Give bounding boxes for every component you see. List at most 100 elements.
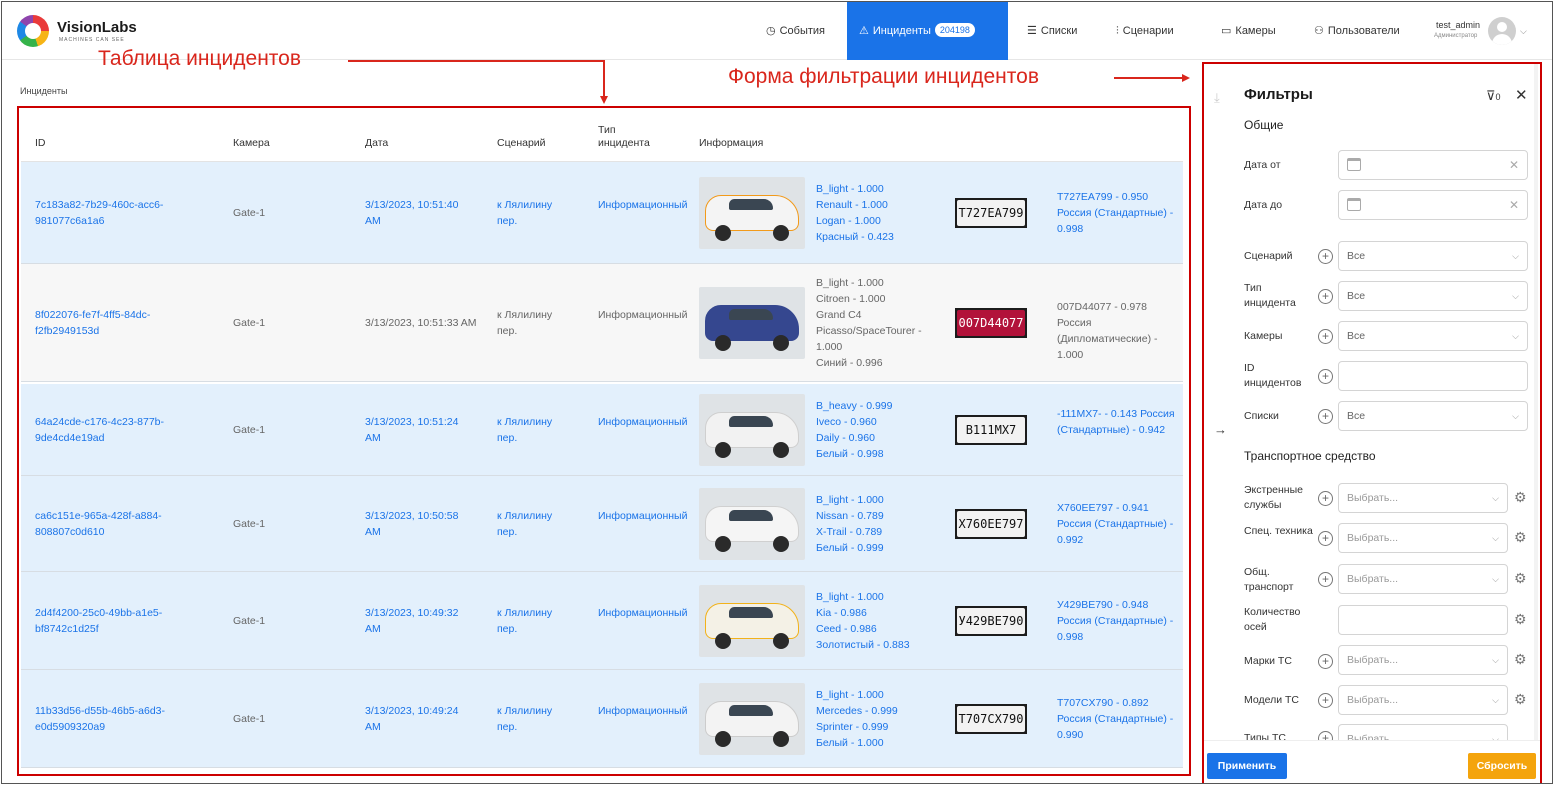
close-icon[interactable]: ✕ [1515, 86, 1528, 104]
chevron-down-icon: ⌵ [1512, 291, 1519, 301]
date-to-input[interactable]: ✕ [1338, 190, 1528, 220]
incident-id-link[interactable]: 2d4f4200-25c0-49bb-a1e5-bf8742c1d25f [35, 605, 195, 637]
nav-lists[interactable]: ☰ Списки [1027, 2, 1077, 60]
vehicle-photo[interactable] [699, 287, 805, 359]
incident-id-link[interactable]: 8f022076-fe7f-4ff5-84dc-f2fb2949153d [35, 307, 195, 339]
vehicle-photo[interactable] [699, 177, 805, 249]
col-camera[interactable]: Камера [233, 137, 270, 150]
nav-scenarios[interactable]: ⫶ Сценарии [1116, 2, 1174, 60]
reset-button[interactable]: Сбросить [1468, 753, 1536, 779]
user-avatar[interactable] [1488, 17, 1516, 45]
license-plate-image[interactable]: T707CX790 [955, 704, 1027, 734]
license-plate-image[interactable]: T727EA799 [955, 198, 1027, 228]
arrow-right-icon[interactable]: → [1214, 422, 1227, 437]
gear-icon[interactable]: ⚙ [1514, 691, 1527, 708]
vehicle-attributes: B_light - 1.000 Kia - 0.986 Ceed - 0.986 Зо… [816, 589, 936, 653]
vehicle-photo[interactable] [699, 488, 805, 560]
table-row[interactable]: ca6c151e-965a-428f-a884-808807c0d610 Gate… [21, 476, 1183, 572]
download-icon[interactable]: ⤓ [1214, 90, 1220, 106]
clear-icon[interactable]: ✕ [1509, 191, 1519, 219]
filter-icon[interactable]: ⊽0 [1486, 88, 1501, 104]
table-row[interactable]: 64a24cde-c176-4c23-877b-9de4cd4e19ad Gate… [21, 384, 1183, 476]
vehicle-photo[interactable] [699, 683, 805, 755]
attribute-line: B_light - 1.000 [816, 183, 884, 195]
plate-recognition-info: -111MX7- - 0.143 Россия (Стандартные) - … [1057, 408, 1175, 436]
cameras-select[interactable]: Все ⌵ [1338, 321, 1528, 351]
license-plate-image[interactable]: 007D44077 [955, 308, 1027, 338]
scenario-link[interactable]: к Лялилину пер. [497, 414, 569, 446]
incident-id-link[interactable]: ca6c151e-965a-428f-a884-808807c0d610 [35, 508, 195, 540]
table-row[interactable]: 2d4f4200-25c0-49bb-a1e5-bf8742c1d25f Gate… [21, 572, 1183, 670]
chevron-down-icon[interactable]: ⌵ [1520, 26, 1527, 37]
clear-icon[interactable]: ✕ [1509, 151, 1519, 179]
lists-select[interactable]: Все ⌵ [1338, 401, 1528, 431]
models-select[interactable]: Выбрать... ⌵ [1338, 685, 1508, 715]
add-type-icon[interactable]: + [1318, 289, 1333, 304]
gear-icon[interactable]: ⚙ [1514, 611, 1527, 628]
scenario-link[interactable]: к Лялилину пер. [497, 307, 569, 339]
apply-button[interactable]: Применить [1207, 753, 1287, 779]
scenario-link[interactable]: к Лялилину пер. [497, 508, 569, 540]
vehicle-photo[interactable] [699, 585, 805, 657]
add-id-icon[interactable]: + [1318, 369, 1333, 384]
col-id[interactable]: ID [35, 137, 46, 150]
gear-icon[interactable]: ⚙ [1514, 489, 1527, 506]
emergency-select[interactable]: Выбрать... ⌵ [1338, 483, 1508, 513]
scenario-label: Сценарий [1244, 250, 1293, 262]
nav-events[interactable]: ◷ События [766, 2, 825, 60]
panel-footer: Применить Сбросить [1204, 740, 1540, 783]
nav-incidents[interactable]: ⚠ Инциденты 204198 [847, 2, 1008, 60]
nav-cameras[interactable]: ▭ Камеры [1221, 2, 1276, 60]
incident-id-link[interactable]: 11b33d56-d55b-46b5-a6d3-e0d5909320a9 [35, 703, 195, 735]
gear-icon[interactable]: ⚙ [1514, 529, 1527, 546]
attribute-line: B_heavy - 0.999 [816, 400, 893, 412]
license-plate-image[interactable]: X760EE797 [955, 509, 1027, 539]
gear-icon[interactable]: ⚙ [1514, 651, 1527, 668]
chevron-down-icon: ⌵ [1492, 655, 1499, 665]
table-row[interactable]: 7c183a82-7b29-460c-acc6-981077c6a1a6 Gate… [21, 162, 1183, 264]
table-row[interactable]: 11b33d56-d55b-46b5-a6d3-e0d5909320a9 Gate… [21, 670, 1183, 768]
attribute-line: Renault - 1.000 [816, 199, 888, 211]
add-public-icon[interactable]: + [1318, 572, 1333, 587]
visionlabs-logo-icon[interactable] [17, 15, 49, 47]
models-label: Модели ТС [1244, 694, 1299, 706]
add-brand-icon[interactable]: + [1318, 654, 1333, 669]
scenario-link[interactable]: к Лялилину пер. [497, 703, 569, 735]
public-select[interactable]: Выбрать... ⌵ [1338, 564, 1508, 594]
table-row[interactable]: 8f022076-fe7f-4ff5-84dc-f2fb2949153d Gate… [21, 264, 1183, 382]
incident-id-link[interactable]: 64a24cde-c176-4c23-877b-9de4cd4e19ad [35, 414, 195, 446]
license-plate-image[interactable]: B111MX7 [955, 415, 1027, 445]
scenario-link[interactable]: к Лялилину пер. [497, 197, 569, 229]
panel-scrollbar[interactable] [1534, 64, 1538, 740]
add-emergency-icon[interactable]: + [1318, 491, 1333, 506]
nav-users[interactable]: ⚇ Пользователи [1314, 2, 1400, 60]
app-window: VisionLabs MACHINES CAN SEE ◷ События ⚠ Ин… [1, 1, 1553, 784]
add-scenario-icon[interactable]: + [1318, 249, 1333, 264]
sliders-icon: ⫶ [1116, 25, 1119, 37]
add-special-icon[interactable]: + [1318, 531, 1333, 546]
col-date[interactable]: Дата [365, 137, 388, 150]
add-model-icon[interactable]: + [1318, 693, 1333, 708]
gear-icon[interactable]: ⚙ [1514, 570, 1527, 587]
plate-recognition-info: X760EE797 - 0.941 Россия (Стандартные) -… [1057, 502, 1174, 546]
add-list-icon[interactable]: + [1318, 409, 1333, 424]
special-select[interactable]: Выбрать... ⌵ [1338, 523, 1508, 553]
vehicle-photo[interactable] [699, 394, 805, 466]
col-type[interactable]: Тип инцидента [598, 124, 668, 150]
scenario-link[interactable]: к Лялилину пер. [497, 605, 569, 637]
date-from-input[interactable]: ✕ [1338, 150, 1528, 180]
scenario-select[interactable]: Все ⌵ [1338, 241, 1528, 271]
col-info[interactable]: Информация [699, 137, 763, 150]
brands-select[interactable]: Выбрать... ⌵ [1338, 645, 1508, 675]
axles-input[interactable] [1338, 605, 1508, 635]
license-plate-image[interactable]: У429ВЕ790 [955, 606, 1027, 636]
incident-date: 3/13/2023, 10:49:24 AM [365, 705, 459, 733]
nav-events-label: События [779, 25, 826, 37]
type-select[interactable]: Все ⌵ [1338, 281, 1528, 311]
incident-id-link[interactable]: 7c183a82-7b29-460c-acc6-981077c6a1a6 [35, 197, 195, 229]
col-scenario[interactable]: Сценарий [497, 137, 546, 150]
ids-input[interactable] [1338, 361, 1528, 391]
add-camera-icon[interactable]: + [1318, 329, 1333, 344]
attribute-line: Iveco - 0.960 [816, 416, 877, 428]
vehicle-wheel [773, 442, 789, 458]
